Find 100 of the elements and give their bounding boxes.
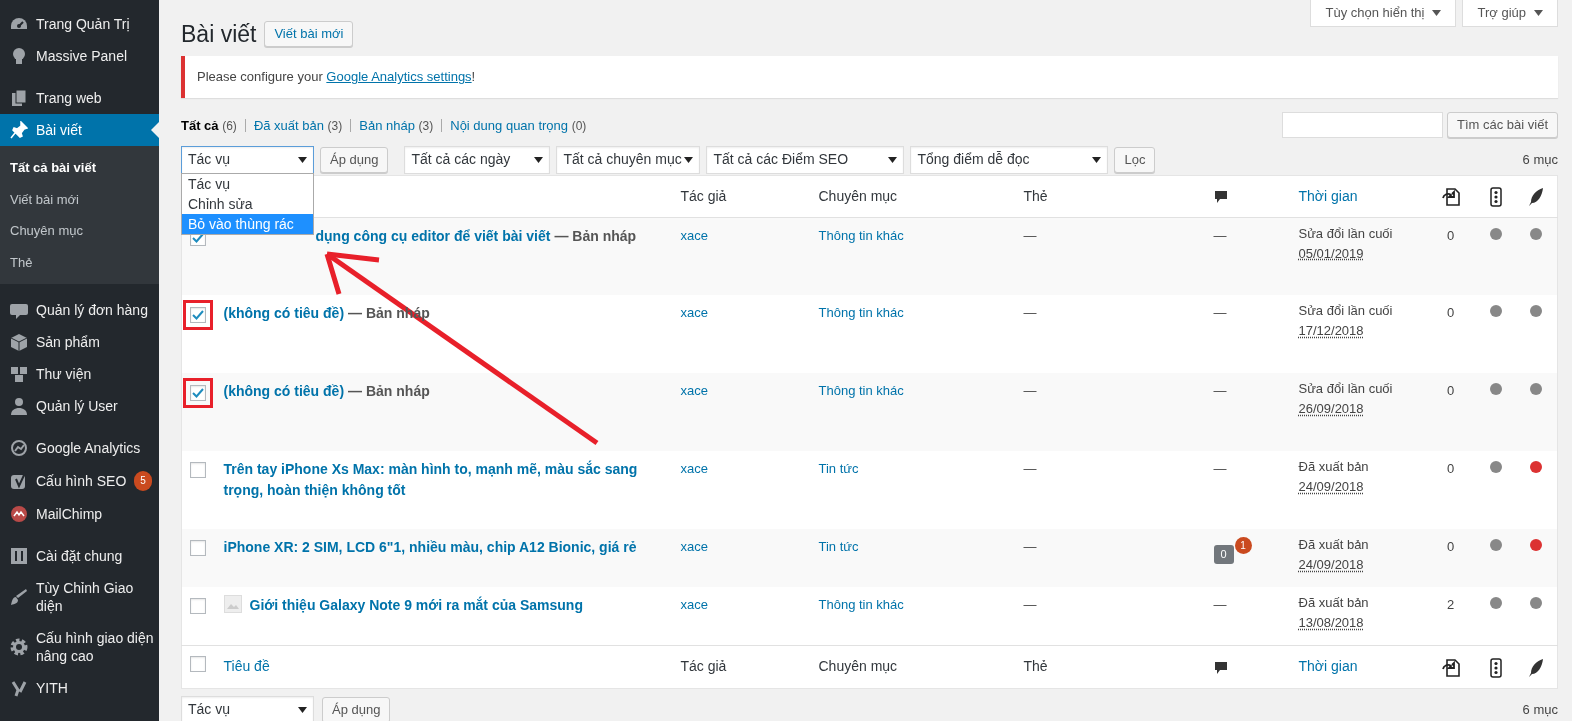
link-count: 0 [1446, 461, 1455, 477]
menu-item[interactable]: Quản lý đơn hàng [0, 294, 159, 326]
view-link[interactable]: Nội dung quan trọng (0) [450, 116, 587, 136]
menu-item[interactable]: Massive Panel [0, 40, 159, 72]
menu-item[interactable]: Cấu hình giao diện nâng cao [0, 622, 159, 672]
bulk-action-select[interactable]: Tác vụ [181, 145, 314, 174]
menu-label: Sản phẩm [36, 333, 100, 351]
sortable-column-header[interactable]: Thời gian [1298, 187, 1358, 204]
menu-item[interactable]: Sản phẩm [0, 326, 159, 358]
help-tab[interactable]: Trợ giúp [1462, 0, 1558, 27]
category-link[interactable]: Tin tức [818, 461, 859, 477]
post-title-link[interactable]: Giới thiệu Galaxy Note 9 mới ra mắt của Samsung [249, 595, 583, 617]
apply-button[interactable]: Áp dụng [322, 696, 391, 721]
filter-select[interactable]: Tất cả các ngày [404, 145, 551, 174]
sortable-column-header[interactable]: Thời gian [1298, 658, 1358, 675]
dropdown-option[interactable]: Tác vụ [182, 173, 313, 194]
menu-label: MailChimp [36, 505, 103, 523]
comments-cell: — [1213, 461, 1227, 477]
filter-select[interactable]: Tổng điểm dễ đọc [910, 145, 1109, 174]
link-count: 0 [1446, 305, 1455, 321]
author-link[interactable]: xace [680, 227, 708, 243]
count-badge: 5 [134, 471, 152, 491]
page-title: Bài viết [181, 20, 257, 49]
column-header: Thẻ [1023, 187, 1048, 204]
category-link[interactable]: Thông tin khác [818, 597, 904, 613]
menu-item[interactable]: Thư viện [0, 358, 159, 390]
post-title-link[interactable]: Trên tay iPhone Xs Max: màn hình to, mạnh mẽ, màu sắc sang trọng, hoàn thiện không tốt [223, 459, 665, 502]
filter-select[interactable]: Tất cả chuyên mục [556, 145, 701, 174]
submenu-item[interactable]: Tất cả bài viết [0, 152, 159, 184]
author-link[interactable]: xace [680, 461, 708, 477]
link-count: 0 [1446, 227, 1455, 243]
apply-button[interactable]: Áp dụng [320, 146, 389, 173]
link-count: 2 [1446, 597, 1455, 613]
menu-item[interactable]: YITH [0, 672, 159, 704]
item-count: 6 mục [1522, 701, 1558, 720]
date-status: Đã xuất bản [1298, 536, 1370, 555]
tags-cell: — [1023, 383, 1037, 399]
menu-item[interactable]: Trang Quản Trị [0, 8, 159, 40]
menu-label: YITH [36, 679, 68, 697]
menu-item[interactable]: Tùy Chỉnh Giao diện [0, 572, 159, 622]
column-header: Tác giả [680, 658, 727, 675]
view-link[interactable]: Tất cả (6) [181, 116, 237, 136]
category-link[interactable]: Thông tin khác [818, 227, 904, 243]
view-link[interactable]: Bản nháp (3) [359, 116, 434, 136]
category-link[interactable]: Thông tin khác [818, 305, 904, 321]
post-title-link[interactable]: (không có tiêu đề) [223, 303, 345, 325]
post-date: 17/12/2018 [1298, 323, 1364, 339]
comment-count-bubble[interactable]: 0 [1213, 545, 1234, 564]
author-link[interactable]: xace [680, 305, 708, 321]
dropdown-option[interactable]: Chỉnh sửa [182, 193, 313, 214]
date-status: Đã xuất bản [1298, 458, 1370, 477]
bulk-action-select[interactable]: Tác vụ [181, 695, 314, 721]
date-status: Sửa đổi lần cuối [1298, 302, 1394, 321]
post-state: — Bản nháp [554, 226, 637, 246]
submenu-item[interactable]: Viết bài mới [0, 183, 159, 215]
author-link[interactable]: xace [680, 383, 708, 399]
post-date: 26/09/2018 [1298, 401, 1364, 417]
post-date: 24/09/2018 [1298, 479, 1364, 495]
menu-label: Quản lý đơn hàng [36, 301, 148, 319]
submenu-item[interactable]: Chuyên mục [0, 215, 159, 247]
add-new-button[interactable]: Viết bài mới [264, 21, 354, 48]
link-count: 0 [1446, 383, 1455, 399]
post-state: — Bản nháp [348, 382, 430, 402]
author-link[interactable]: xace [680, 539, 708, 555]
submenu-item[interactable]: Thẻ [0, 246, 159, 278]
sortable-column-header[interactable]: Tiêu đề [223, 658, 270, 675]
category-link[interactable]: Thông tin khác [818, 383, 904, 399]
tags-cell: — [1023, 305, 1037, 321]
menu-item[interactable]: Cấu hình SEO 5 [0, 464, 159, 498]
search-button[interactable]: Tìm các bài viết [1446, 111, 1558, 138]
filter-button[interactable]: Lọc [1114, 146, 1156, 173]
menu-label: Tùy Chỉnh Giao diện [36, 579, 135, 615]
menu-item[interactable]: Google Analytics [0, 432, 159, 464]
date-status: Đã xuất bản [1298, 594, 1370, 613]
menu-item[interactable]: Bài viết [0, 114, 159, 146]
menu-item[interactable]: Quản lý User [0, 390, 159, 422]
author-link[interactable]: xace [680, 597, 708, 613]
post-title-link[interactable]: dụng công cụ editor để viết bài viết [315, 225, 551, 247]
comments-cell: — [1213, 597, 1227, 613]
category-link[interactable]: Tin tức [818, 539, 859, 555]
item-count: 6 mục [1522, 150, 1558, 169]
post-date: 13/08/2018 [1298, 615, 1364, 631]
menu-label: Trang web [36, 89, 102, 107]
column-header: Tác giả [680, 187, 727, 204]
menu-item[interactable]: Cài đặt chung [0, 540, 159, 572]
menu-item[interactable]: MailChimp [0, 498, 159, 530]
comments-cell: — [1213, 383, 1227, 399]
view-link[interactable]: Đã xuất bản (3) [253, 116, 343, 136]
column-header: Chuyên mục [818, 658, 898, 675]
menu-item[interactable]: Trang web [0, 82, 159, 114]
menu-label: Trang Quản Trị [36, 15, 130, 33]
filter-select[interactable]: Tất cả các Điểm SEO [706, 145, 905, 174]
tags-cell: — [1023, 227, 1037, 243]
screen-options-tab[interactable]: Tùy chọn hiển thị [1310, 0, 1457, 27]
column-header: Thẻ [1023, 658, 1048, 675]
menu-label: Quản lý User [36, 397, 118, 415]
settings-link[interactable]: Google Analytics settings [326, 69, 472, 85]
column-header: Chuyên mục [818, 187, 898, 204]
menu-label: Bài viết [36, 121, 82, 139]
post-title-link[interactable]: (không có tiêu đề) [223, 381, 345, 403]
